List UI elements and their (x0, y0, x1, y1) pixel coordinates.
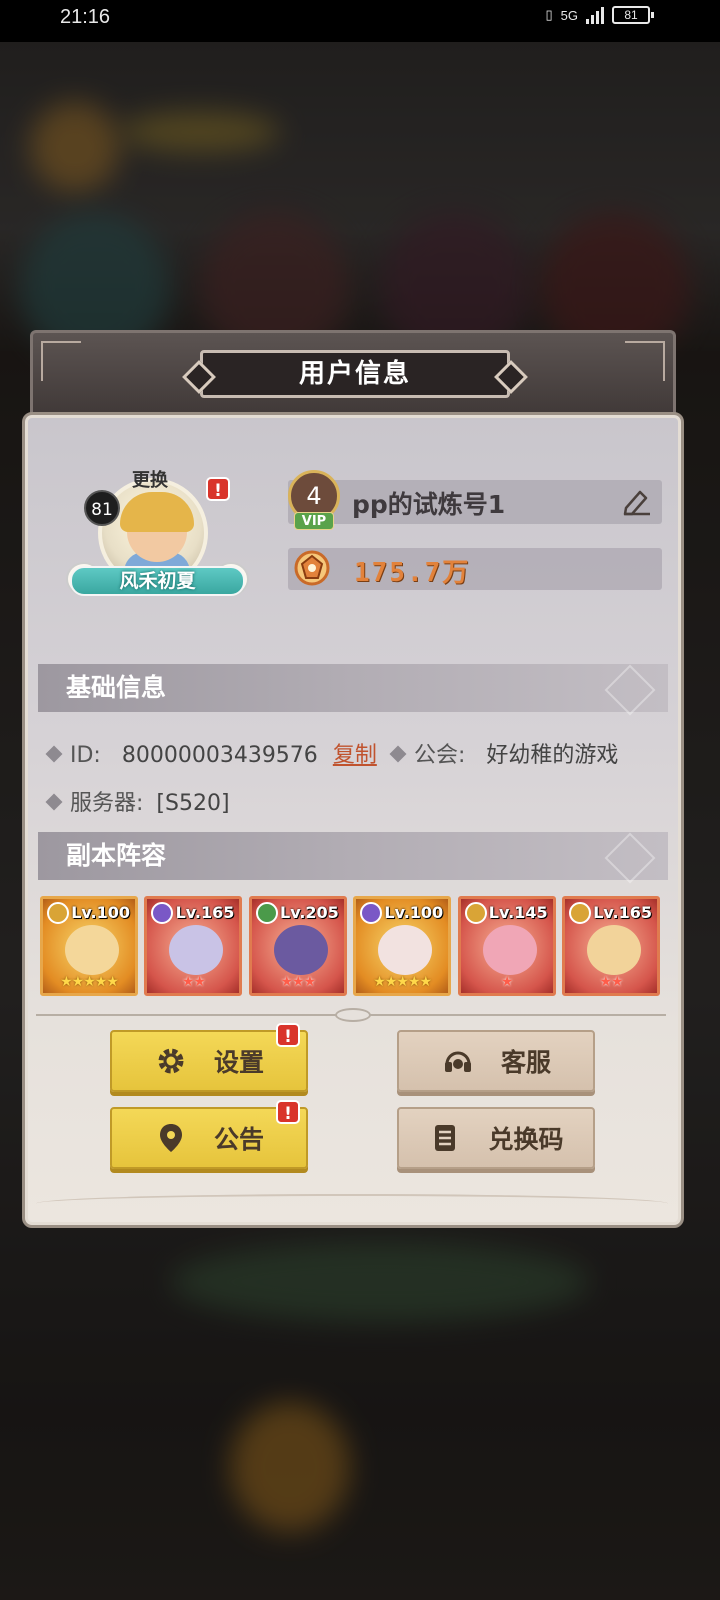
settings-label: 设置 (213, 1048, 264, 1077)
notice-alert-icon: ! (276, 1100, 300, 1124)
player-id-line: ID: 80000003439576 复制 (45, 737, 377, 769)
hero-element-icon (47, 902, 69, 924)
hero-level: Lv.165 (593, 903, 652, 922)
dialog-footer-ornament (36, 1194, 668, 1218)
location-pin-icon (159, 1124, 182, 1152)
combat-power-value: 175.7万 (354, 558, 471, 588)
hero-card[interactable]: Lv.205 ★★★ (248, 896, 347, 996)
hero-card[interactable]: Lv.100 ★★★★★ (40, 896, 138, 996)
hero-card[interactable]: Lv.165 ★★ (144, 896, 243, 996)
hero-portrait (65, 925, 119, 975)
status-icons: ▯ 5G 81 (545, 6, 654, 24)
corner-ornament-icon (41, 341, 81, 381)
hero-portrait (273, 925, 328, 975)
battery-level: 81 (624, 8, 638, 22)
hero-card[interactable]: Lv.145 ★ (457, 896, 556, 996)
hero-portrait (482, 925, 537, 975)
bullet-icon (389, 745, 407, 763)
hero-stars: ★★ (181, 974, 206, 990)
dialog-title: 用户信息 (200, 350, 510, 398)
id-label: ID: (70, 743, 101, 768)
combat-power-row (288, 548, 662, 590)
guild-label: 公会: (414, 743, 466, 768)
document-icon (435, 1125, 456, 1151)
server-label: 服务器: (70, 791, 144, 816)
clock: 21:16 (60, 6, 111, 28)
avatar-alert-icon: ! (206, 477, 230, 501)
hero-element-icon (151, 902, 174, 924)
hero-element-icon (569, 902, 591, 924)
bullet-icon (45, 745, 63, 763)
hero-element-icon (464, 902, 487, 924)
redeem-code-label: 兑换码 (488, 1125, 564, 1154)
divider-ornament-icon (335, 1008, 371, 1022)
headset-icon (444, 1051, 471, 1072)
section-dungeon-lineup: 副本阵容 (38, 832, 668, 880)
hero-card[interactable]: Lv.100 ★★★★★ (353, 896, 452, 996)
gear-icon (158, 1048, 184, 1074)
signal-icon (586, 6, 604, 24)
network-type: 5G (560, 7, 578, 23)
avatar-title-banner: 风禾初夏 (70, 566, 245, 596)
status-bar: 21:16 ▯ 5G 81 (0, 0, 720, 42)
copy-id-button[interactable]: 复制 (333, 743, 377, 768)
hero-level: Lv.145 (488, 903, 548, 922)
player-name: pp的试炼号1 (352, 490, 506, 519)
corner-ornament-icon (625, 341, 665, 381)
guild-name[interactable]: 好幼稚的游戏 (486, 743, 618, 768)
guild-line: 公会: 好幼稚的游戏 (389, 737, 618, 769)
hero-element-icon (255, 902, 278, 924)
customer-service-button[interactable]: 客服 (397, 1030, 595, 1092)
hero-lineup: Lv.100 ★★★★★ Lv.165 ★★ Lv.205 ★★★ Lv.100 ★★★★★ L… (40, 896, 664, 996)
hero-stars: ★ (500, 974, 514, 990)
server-line: 服务器: [S520] (45, 785, 230, 817)
hero-level: Lv.100 (71, 903, 130, 922)
edit-name-icon[interactable] (620, 486, 654, 516)
settings-alert-icon: ! (276, 1023, 300, 1047)
server-value: [S520] (156, 791, 230, 816)
redeem-code-button[interactable]: 兑换码 (397, 1107, 595, 1169)
vibrate-icon: ▯ (545, 7, 553, 22)
battery-icon: 81 (612, 6, 654, 24)
section-basic-info: 基础信息 (38, 664, 668, 712)
hero-portrait (169, 925, 224, 975)
hero-level: Lv.100 (384, 903, 444, 922)
vip-tag: VIP (294, 512, 334, 530)
hero-stars: ★★ (599, 974, 623, 990)
hero-card[interactable]: Lv.165 ★★ (562, 896, 660, 996)
customer-service-label: 客服 (500, 1048, 551, 1077)
hero-level: Lv.165 (175, 903, 235, 922)
notice-label: 公告 (213, 1125, 264, 1154)
hero-stars: ★★★ (280, 974, 316, 990)
hero-portrait (378, 925, 433, 975)
hero-level: Lv.205 (280, 903, 339, 922)
player-level-badge: 81 (84, 490, 120, 526)
hero-portrait (587, 925, 641, 975)
combat-power-icon (294, 550, 330, 586)
hero-stars: ★★★★★ (60, 974, 119, 990)
hero-element-icon (360, 902, 383, 924)
bullet-icon (45, 793, 63, 811)
vip-badge[interactable]: 4 VIP (284, 468, 344, 532)
player-id: 80000003439576 (121, 743, 318, 768)
change-avatar-label[interactable]: 更换 (132, 466, 168, 492)
hero-stars: ★★★★★ (373, 974, 432, 990)
